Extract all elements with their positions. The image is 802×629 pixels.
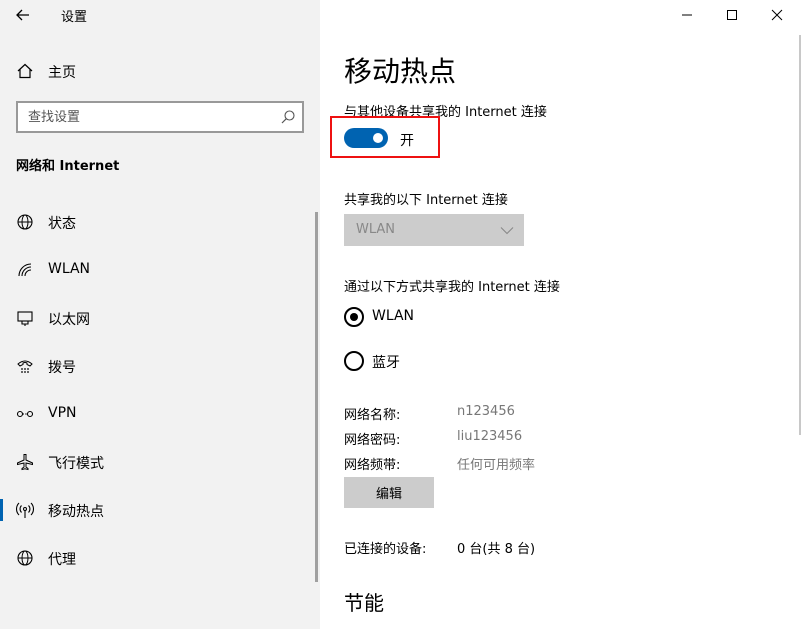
dialup-icon	[17, 360, 33, 373]
share-from-dropdown[interactable]: WLAN	[344, 214, 524, 246]
connected-devices-value: 0 台(共 8 台)	[457, 542, 536, 557]
toggle-state-label: 开	[400, 133, 414, 149]
search-box[interactable]	[16, 101, 304, 133]
sidebar-item-wlan[interactable]: WLAN	[0, 250, 316, 290]
section-title: 网络和 Internet	[16, 159, 120, 174]
sidebar-item-label: 移动热点	[48, 504, 104, 520]
sidebar-item-label: 拨号	[48, 360, 76, 376]
edit-button[interactable]: 编辑	[344, 477, 434, 508]
app-title: 设置	[61, 10, 88, 25]
sidebar: 设置 主页 网络和 Internet 状态 WLAN 以太网 拨号 VPN 飞行…	[0, 0, 320, 629]
dropdown-value: WLAN	[356, 222, 396, 237]
sidebar-item-label: 代理	[48, 552, 76, 568]
sidebar-item-label: 飞行模式	[48, 456, 104, 472]
sidebar-item-airplane[interactable]: 飞行模式	[0, 442, 316, 482]
sidebar-item-proxy[interactable]: 代理	[0, 538, 316, 578]
main-scrollbar[interactable]	[799, 35, 801, 435]
toggle-knob	[373, 133, 383, 143]
network-band-value: 任何可用频率	[457, 458, 536, 473]
close-icon	[771, 9, 783, 21]
share-from-label: 共享我的以下 Internet 连接	[344, 193, 508, 208]
sidebar-item-vpn[interactable]: VPN	[0, 394, 316, 434]
share-toggle-switch[interactable]	[344, 128, 388, 148]
globe-icon	[17, 550, 33, 566]
sidebar-item-label: WLAN	[48, 261, 91, 277]
maximize-icon	[727, 10, 737, 20]
sidebar-item-hotspot[interactable]: 移动热点	[0, 490, 316, 530]
maximize-button[interactable]	[709, 0, 755, 30]
main-content: 移动热点 与其他设备共享我的 Internet 连接 开 共享我的以下 Inte…	[320, 0, 802, 629]
sidebar-item-dialup[interactable]: 拨号	[0, 346, 316, 386]
radio-button[interactable]	[344, 351, 364, 371]
sidebar-scrollbar[interactable]	[315, 212, 318, 582]
radio-label: 蓝牙	[372, 355, 400, 371]
radio-label: WLAN	[372, 308, 415, 324]
minimize-icon	[682, 14, 692, 16]
power-saving-title: 节能	[344, 591, 384, 615]
search-icon[interactable]	[280, 109, 296, 125]
network-band-label: 网络频带:	[344, 458, 401, 473]
active-indicator	[0, 499, 3, 521]
ethernet-icon	[17, 311, 33, 326]
network-name-value: n123456	[457, 404, 515, 419]
radio-button-checked[interactable]	[344, 307, 364, 327]
globe-icon	[17, 214, 33, 230]
network-password-value: liu123456	[457, 429, 523, 444]
title-bar: 设置	[0, 0, 320, 30]
sidebar-item-label: VPN	[48, 405, 77, 421]
hotspot-icon	[16, 502, 34, 518]
network-name-label: 网络名称:	[344, 408, 401, 423]
home-icon	[17, 63, 33, 79]
sidebar-item-status[interactable]: 状态	[0, 202, 316, 242]
minimize-button[interactable]	[664, 0, 710, 30]
sidebar-item-ethernet[interactable]: 以太网	[0, 298, 316, 338]
back-button[interactable]	[8, 2, 38, 28]
airplane-icon	[17, 454, 33, 471]
sidebar-home-label: 主页	[48, 65, 76, 81]
sidebar-item-label: 以太网	[48, 312, 90, 328]
chevron-down-icon	[500, 227, 514, 235]
search-input[interactable]	[18, 103, 274, 131]
back-arrow-icon	[16, 9, 29, 21]
sidebar-home[interactable]: 主页	[0, 56, 320, 86]
close-button[interactable]	[754, 0, 800, 30]
share-over-label: 通过以下方式共享我的 Internet 连接	[344, 280, 560, 295]
connected-devices-label: 已连接的设备:	[344, 542, 427, 557]
page-title: 移动热点	[344, 55, 457, 88]
network-password-label: 网络密码:	[344, 433, 401, 448]
vpn-icon	[16, 410, 34, 418]
wifi-icon	[18, 263, 32, 277]
sidebar-item-label: 状态	[48, 216, 76, 232]
